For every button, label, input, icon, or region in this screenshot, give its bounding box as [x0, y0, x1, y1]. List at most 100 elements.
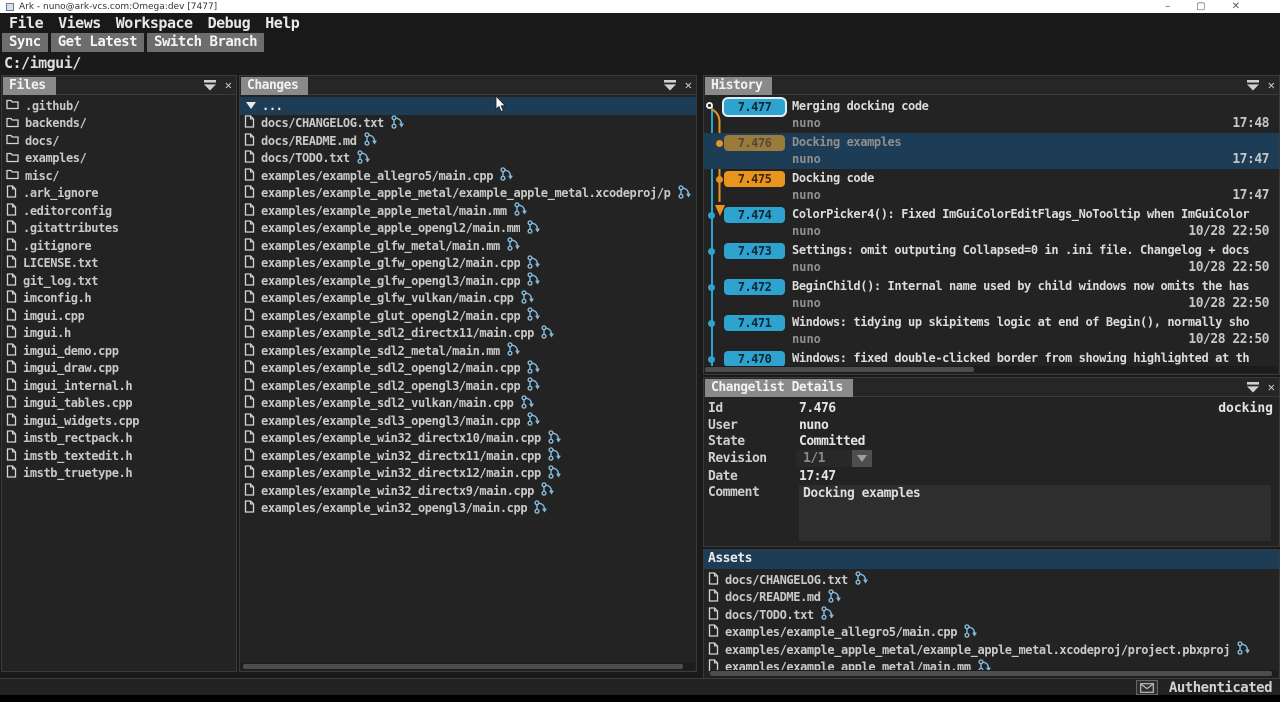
assets-panel: Assets docs/CHANGELOG.txt docs/README.md	[703, 549, 1280, 678]
file-tree-item[interactable]: imstb_textedit.h	[2, 447, 236, 465]
asset-file-row[interactable]: docs/README.md	[704, 589, 1279, 607]
changelist-badge: 7.473	[724, 243, 785, 259]
file-tree-item[interactable]: .editorconfig	[2, 202, 236, 220]
integrate-branch-icon	[363, 132, 378, 146]
commit-row[interactable]: 7.472 BeginChild(): Internal name used b…	[704, 277, 1279, 313]
filter-icon[interactable]	[663, 79, 677, 91]
commit-row[interactable]: 7.476 Docking examples nuno 17:47	[704, 133, 1279, 169]
file-path: examples/example_sdl2_directx11/main.cpp	[261, 326, 534, 340]
commit-row[interactable]: 7.477 Merging docking code nuno 17:48	[704, 97, 1279, 133]
toolbar-button[interactable]: Sync	[2, 33, 48, 52]
changes-hscrollbar[interactable]	[241, 663, 695, 670]
scrollbar-thumb[interactable]	[710, 671, 1272, 676]
menu-item[interactable]: Workspace	[116, 14, 193, 32]
asset-file-row[interactable]: docs/TODO.txt	[704, 606, 1279, 624]
revision-dropdown-button[interactable]	[852, 450, 872, 467]
changed-file-row[interactable]: examples/example_allegro5/main.cpp	[240, 167, 696, 185]
changed-file-row[interactable]: examples/example_sdl2_directx11/main.cpp	[240, 325, 696, 343]
close-panel-icon[interactable]: ✕	[1268, 78, 1275, 92]
changelist-group-row[interactable]: ...	[240, 97, 696, 115]
file-icon-slot	[244, 465, 255, 481]
changed-file-row[interactable]: examples/example_sdl2_metal/main.mm	[240, 342, 696, 360]
branch-icon-slot	[526, 377, 541, 394]
changed-file-row[interactable]: examples/example_glut_opengl2/main.cpp	[240, 307, 696, 325]
scrollbar-thumb[interactable]	[243, 664, 683, 669]
commit-row[interactable]: 7.473 Settings: omit outputing Collapsed…	[704, 241, 1279, 277]
tab-changelist-details[interactable]: Changelist Details	[705, 379, 853, 397]
changed-file-row[interactable]: docs/README.md	[240, 132, 696, 150]
file-tree-item[interactable]: .gitignore	[2, 237, 236, 255]
history-hscrollbar[interactable]	[705, 366, 1278, 373]
file-tree-item[interactable]: imconfig.h	[2, 290, 236, 308]
file-tree-item[interactable]: .ark_ignore	[2, 185, 236, 203]
menu-item[interactable]: Views	[58, 14, 101, 32]
assets-hscrollbar[interactable]	[710, 670, 1278, 677]
filter-icon[interactable]	[203, 79, 217, 91]
asset-file-row[interactable]: examples/example_apple_metal/example_app…	[704, 641, 1279, 659]
tab-changes[interactable]: Changes	[241, 77, 308, 95]
menu-item[interactable]: File	[9, 14, 43, 32]
changed-file-row[interactable]: examples/example_win32_directx10/main.cp…	[240, 430, 696, 448]
changed-file-row[interactable]: examples/example_glfw_opengl3/main.cpp	[240, 272, 696, 290]
file-tree-item[interactable]: imgui_tables.cpp	[2, 395, 236, 413]
integrate-branch-icon	[533, 500, 548, 514]
tab-history[interactable]: History	[705, 77, 772, 95]
changed-file-row[interactable]: examples/example_apple_opengl2/main.mm	[240, 220, 696, 238]
tab-files[interactable]: Files	[3, 77, 56, 95]
changed-file-row[interactable]: examples/example_glfw_opengl2/main.cpp	[240, 255, 696, 273]
close-panel-icon[interactable]: ✕	[1268, 380, 1275, 394]
commit-author: nuno	[792, 224, 821, 238]
file-tree-item[interactable]: backends/	[2, 115, 236, 133]
asset-file-row[interactable]: docs/CHANGELOG.txt	[704, 571, 1279, 589]
close-panel-icon[interactable]: ✕	[685, 78, 692, 92]
file-tree-item[interactable]: git_log.txt	[2, 272, 236, 290]
file-icon	[6, 378, 17, 391]
changed-file-row[interactable]: docs/CHANGELOG.txt	[240, 115, 696, 133]
file-tree-item[interactable]: imgui_demo.cpp	[2, 342, 236, 360]
commit-row[interactable]: 7.474 ColorPicker4(): Fixed ImGuiColorEd…	[704, 205, 1279, 241]
file-tree-item[interactable]: imgui.h	[2, 325, 236, 343]
minimize-button[interactable]: –	[1165, 0, 1170, 13]
changed-file-row[interactable]: examples/example_apple_metal/main.mm	[240, 202, 696, 220]
file-tree-item[interactable]: imgui_widgets.cpp	[2, 412, 236, 430]
menu-item[interactable]: Debug	[208, 14, 251, 32]
close-button[interactable]: ✕	[1232, 0, 1240, 13]
file-name: misc/	[25, 169, 59, 183]
file-tree-item[interactable]: imstb_rectpack.h	[2, 430, 236, 448]
changed-file-row[interactable]: examples/example_apple_metal/example_app…	[240, 185, 696, 203]
commit-row[interactable]: 7.471 Windows: tidying up skipitems logi…	[704, 313, 1279, 349]
changed-file-row[interactable]: examples/example_glfw_metal/main.mm	[240, 237, 696, 255]
changed-file-row[interactable]: examples/example_sdl2_opengl2/main.cpp	[240, 360, 696, 378]
changed-file-row[interactable]: examples/example_win32_opengl3/main.cpp	[240, 500, 696, 518]
filter-icon[interactable]	[1246, 381, 1260, 393]
changed-file-row[interactable]: examples/example_sdl2_opengl3/main.cpp	[240, 377, 696, 395]
changed-file-row[interactable]: examples/example_win32_directx12/main.cp…	[240, 465, 696, 483]
asset-file-row[interactable]: examples/example_allegro5/main.cpp	[704, 624, 1279, 642]
commit-row[interactable]: 7.475 Docking code nuno 17:47	[704, 169, 1279, 205]
changed-file-row[interactable]: examples/example_win32_directx9/main.cpp	[240, 482, 696, 500]
changed-file-row[interactable]: examples/example_win32_directx11/main.cp…	[240, 447, 696, 465]
comment-textarea[interactable]: Docking examples	[799, 485, 1271, 541]
file-tree-item[interactable]: imgui_draw.cpp	[2, 360, 236, 378]
changed-file-row[interactable]: examples/example_glfw_vulkan/main.cpp	[240, 290, 696, 308]
file-tree-item[interactable]: imgui.cpp	[2, 307, 236, 325]
file-tree-item[interactable]: docs/	[2, 132, 236, 150]
file-tree-item[interactable]: .github/	[2, 97, 236, 115]
file-tree-item[interactable]: imgui_internal.h	[2, 377, 236, 395]
file-tree-item[interactable]: examples/	[2, 150, 236, 168]
changed-file-row[interactable]: docs/TODO.txt	[240, 150, 696, 168]
menu-item[interactable]: Help	[265, 14, 299, 32]
scrollbar-thumb[interactable]	[705, 367, 974, 372]
filter-icon[interactable]	[1246, 79, 1260, 91]
file-tree-item[interactable]: misc/	[2, 167, 236, 185]
maximize-button[interactable]: ▢	[1196, 0, 1205, 13]
toolbar-button[interactable]: Switch Branch	[147, 33, 264, 52]
file-tree-item[interactable]: LICENSE.txt	[2, 255, 236, 273]
changed-file-row[interactable]: examples/example_sdl3_opengl3/main.cpp	[240, 412, 696, 430]
close-panel-icon[interactable]: ✕	[225, 78, 232, 92]
changed-file-row[interactable]: examples/example_sdl2_vulkan/main.cpp	[240, 395, 696, 413]
file-tree-item[interactable]: .gitattributes	[2, 220, 236, 238]
collapse-triangle-icon[interactable]	[246, 102, 256, 109]
file-tree-item[interactable]: imstb_truetype.h	[2, 465, 236, 483]
toolbar-button[interactable]: Get Latest	[51, 33, 144, 52]
